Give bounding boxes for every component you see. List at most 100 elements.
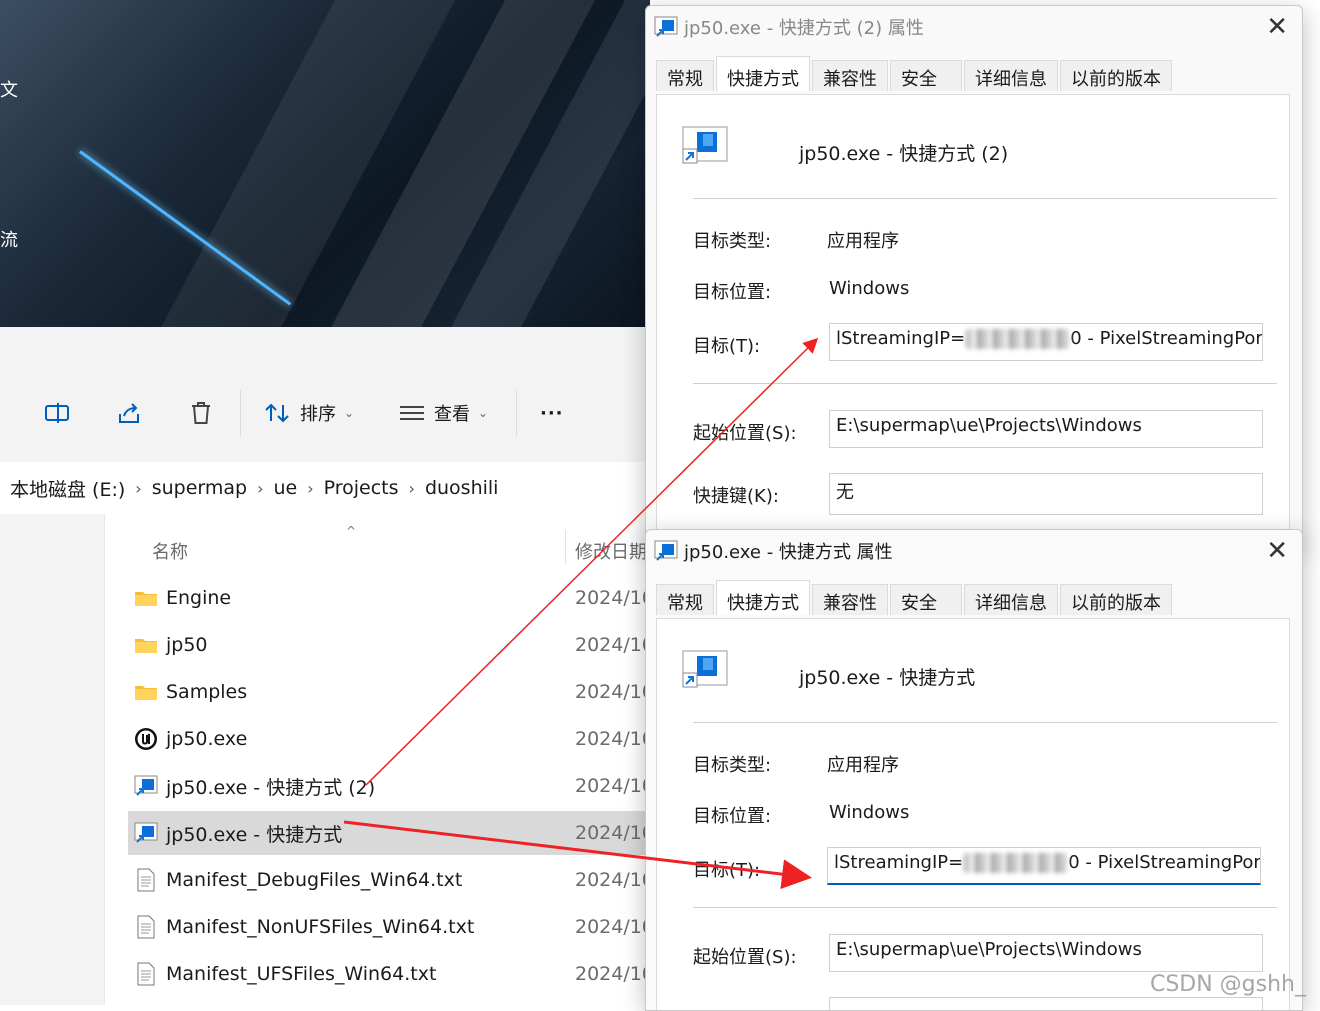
- chevron-right-icon: ›: [135, 478, 142, 498]
- hotkey-input[interactable]: [829, 997, 1263, 1010]
- file-row[interactable]: Manifest_UFSFiles_Win64.txt 2024/10: [128, 952, 654, 996]
- text-file-icon: [134, 868, 158, 892]
- file-date: 2024/10: [575, 634, 654, 656]
- target-text-prefix: lStreamingIP=: [836, 328, 966, 349]
- tab-previous-versions[interactable]: 以前的版本: [1060, 584, 1172, 615]
- file-date: 2024/10: [575, 916, 654, 938]
- file-date: 2024/10: [575, 775, 654, 797]
- watermark: CSDN @gshh_: [1149, 972, 1306, 997]
- start-in-input[interactable]: E:\supermap\ue\Projects\Windows: [829, 934, 1263, 972]
- file-name: Manifest_DebugFiles_Win64.txt: [166, 869, 463, 891]
- properties-dialog-shortcut-2: jp50.exe - 快捷方式 (2) 属性 ✕ 常规 快捷方式 兼容性 安全 …: [645, 5, 1303, 547]
- view-button[interactable]: 查看 ⌄: [398, 396, 488, 430]
- column-divider: [565, 530, 566, 564]
- shortcut-app-icon: [682, 650, 728, 688]
- folder-icon: [134, 680, 158, 704]
- tab-general[interactable]: 常规: [656, 584, 714, 615]
- rename-button[interactable]: [44, 396, 70, 430]
- file-row[interactable]: jp50 2024/10: [128, 623, 654, 667]
- file-row[interactable]: jp50.exe - 快捷方式 2024/10: [128, 811, 654, 855]
- text-file-icon: [134, 962, 158, 986]
- target-location-label: 目标位置:: [693, 282, 772, 303]
- file-date: 2024/10: [575, 963, 654, 985]
- tab-details[interactable]: 详细信息: [964, 584, 1058, 615]
- file-date: 2024/10: [575, 728, 654, 750]
- sort-button[interactable]: 排序 ⌄: [264, 396, 354, 430]
- breadcrumb-item[interactable]: ue: [269, 477, 301, 499]
- file-name: Engine: [166, 587, 232, 609]
- close-icon[interactable]: ✕: [1266, 536, 1288, 566]
- divider: [693, 383, 1277, 384]
- target-location-value: Windows: [829, 278, 910, 299]
- chevron-right-icon: ›: [307, 478, 314, 498]
- tab-security[interactable]: 安全: [890, 60, 962, 91]
- trash-icon: [192, 402, 210, 424]
- hotkey-input[interactable]: 无: [829, 473, 1263, 515]
- shortcut-tab-panel: jp50.exe - 快捷方式 目标类型: 应用程序 目标位置: Windows…: [656, 618, 1290, 1010]
- tab-general[interactable]: 常规: [656, 60, 714, 91]
- shortcut-name: jp50.exe - 快捷方式 (2): [799, 143, 1009, 165]
- toolbar-divider: [240, 390, 241, 436]
- navigation-pane: [0, 514, 105, 1005]
- file-name: Samples: [166, 681, 248, 703]
- target-input[interactable]: lStreamingIP= 0 - PixelStreamingPort=: [827, 847, 1261, 885]
- target-location-label: 目标位置:: [693, 806, 772, 827]
- wallpaper-edge-text: 文: [0, 80, 18, 101]
- properties-dialog-shortcut: jp50.exe - 快捷方式 属性 ✕ 常规 快捷方式 兼容性 安全 详细信息…: [645, 529, 1303, 1011]
- tab-shortcut[interactable]: 快捷方式: [716, 56, 810, 91]
- chevron-down-icon: ⌄: [478, 406, 489, 420]
- sort-ascending-icon: ^: [346, 524, 357, 538]
- target-text-suffix: 0 - PixelStreamingPort=: [1068, 852, 1261, 873]
- shortcut-icon: [134, 774, 158, 798]
- column-header-name[interactable]: 名称: [152, 538, 188, 564]
- close-icon[interactable]: ✕: [1266, 12, 1288, 42]
- start-in-input[interactable]: E:\supermap\ue\Projects\Windows: [829, 410, 1263, 448]
- shortcut-name: jp50.exe - 快捷方式: [799, 667, 976, 689]
- desktop-wallpaper: 文 流: [0, 0, 650, 327]
- file-row[interactable]: Engine 2024/10: [128, 576, 654, 620]
- redacted-ip: [963, 853, 1069, 873]
- start-in-label: 起始位置(S):: [693, 947, 797, 968]
- breadcrumb-item[interactable]: supermap: [148, 477, 251, 499]
- tab-shortcut[interactable]: 快捷方式: [716, 580, 810, 615]
- delete-button[interactable]: [188, 396, 214, 430]
- file-row[interactable]: Manifest_NonUFSFiles_Win64.txt 2024/10: [128, 905, 654, 949]
- tab-compatibility[interactable]: 兼容性: [812, 584, 888, 615]
- file-date: 2024/10: [575, 681, 654, 703]
- file-date: 2024/10: [575, 587, 654, 609]
- folder-icon: [134, 633, 158, 657]
- file-row[interactable]: jp50.exe 2024/10: [128, 717, 654, 761]
- target-input[interactable]: lStreamingIP= 0 - PixelStreamingPort=: [829, 323, 1263, 361]
- chevron-right-icon: ›: [408, 478, 415, 498]
- file-name: jp50.exe - 快捷方式 (2): [166, 776, 376, 799]
- share-button[interactable]: [116, 396, 142, 430]
- tab-details[interactable]: 详细信息: [964, 60, 1058, 91]
- shortcut-icon: [134, 821, 158, 845]
- target-type-label: 目标类型:: [693, 755, 772, 776]
- column-header-date[interactable]: 修改日期: [575, 538, 647, 564]
- wallpaper-edge-text: 流: [0, 230, 18, 251]
- shortcut-app-icon: [682, 126, 728, 164]
- folder-icon: [134, 586, 158, 610]
- tab-security[interactable]: 安全: [890, 584, 962, 615]
- target-text-prefix: lStreamingIP=: [834, 852, 964, 873]
- shortcut-icon: [654, 16, 678, 37]
- dialog-title-bar: jp50.exe - 快捷方式 属性: [654, 538, 893, 564]
- view-icon: [400, 406, 424, 420]
- breadcrumb-item[interactable]: 本地磁盘 (E:): [6, 475, 129, 502]
- breadcrumb-item[interactable]: duoshili: [421, 477, 503, 499]
- tab-previous-versions[interactable]: 以前的版本: [1060, 60, 1172, 91]
- breadcrumb-item[interactable]: Projects: [320, 477, 403, 499]
- file-row[interactable]: Manifest_DebugFiles_Win64.txt 2024/10: [128, 858, 654, 902]
- text-file-icon: [134, 915, 158, 939]
- file-row[interactable]: Samples 2024/10: [128, 670, 654, 714]
- dialog-title: jp50.exe - 快捷方式 属性: [684, 542, 893, 563]
- target-text-suffix: 0 - PixelStreamingPort=: [1070, 328, 1263, 349]
- view-label: 查看: [434, 404, 470, 425]
- file-name: Manifest_UFSFiles_Win64.txt: [166, 963, 437, 985]
- target-type-value: 应用程序: [827, 755, 899, 776]
- file-row[interactable]: jp50.exe - 快捷方式 (2) 2024/10: [128, 764, 654, 808]
- tab-compatibility[interactable]: 兼容性: [812, 60, 888, 91]
- redacted-ip: [965, 329, 1071, 349]
- more-options-button[interactable]: ···: [540, 396, 564, 430]
